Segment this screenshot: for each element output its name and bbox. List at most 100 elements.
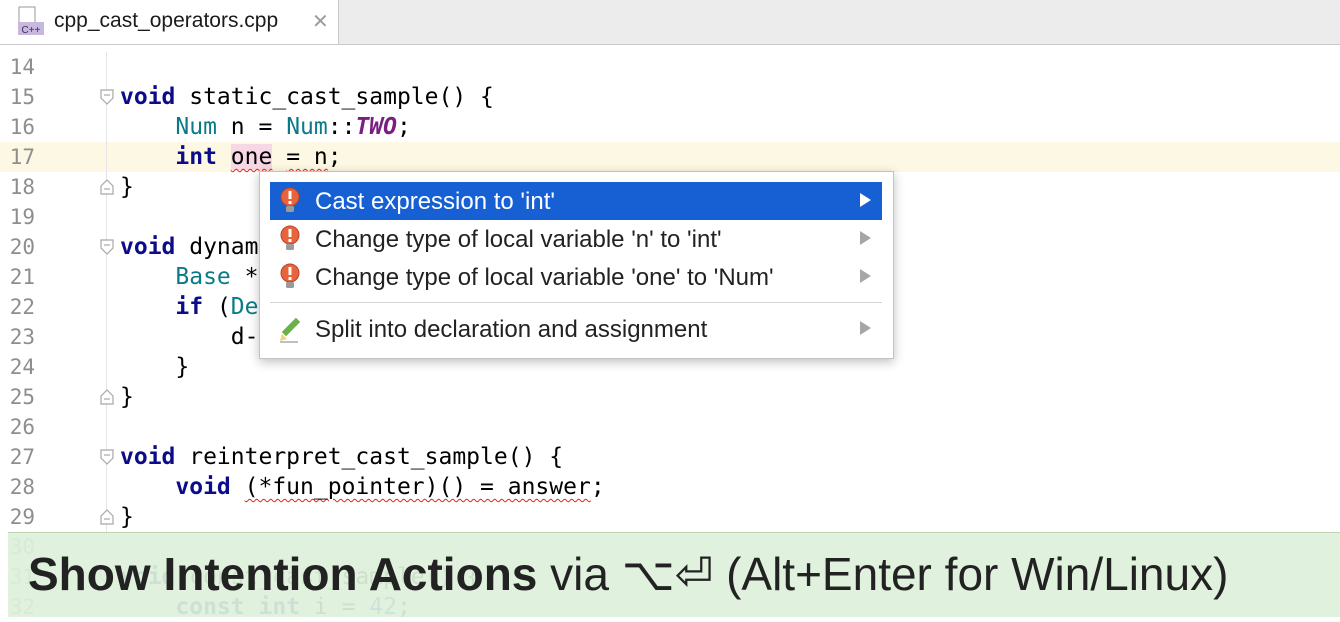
- cpp-file-icon-label: C++: [22, 25, 41, 36]
- code-token: ;: [327, 144, 342, 170]
- fold-start-icon[interactable]: [100, 449, 114, 465]
- code-line[interactable]: 28 void (*fun_pointer)() = answer;: [0, 472, 1340, 502]
- code-token: if: [175, 294, 204, 320]
- code-text: }: [120, 382, 134, 412]
- tab-cpp-cast-operators[interactable]: C++ cpp_cast_operators.cpp ✕: [0, 0, 339, 44]
- code-text: void dynam: [120, 232, 258, 262]
- code-text: }: [120, 352, 189, 382]
- code-token: }: [120, 354, 190, 380]
- submenu-arrow-icon[interactable]: [860, 269, 871, 283]
- code-text: void reinterpret_cast_sample() {: [120, 442, 563, 472]
- code-token: Num: [286, 114, 328, 140]
- fold-end-icon[interactable]: [100, 509, 114, 525]
- code-text: void (*fun_pointer)() = answer;: [120, 472, 605, 502]
- intention-actions-popup: Cast expression to 'int' Change type of l…: [259, 171, 894, 359]
- code-token: TWO: [355, 114, 397, 140]
- code-token: *: [230, 264, 259, 290]
- code-line[interactable]: 26: [0, 412, 1340, 442]
- code-line[interactable]: 15 void static_cast_sample() {: [0, 82, 1340, 112]
- code-text: Num n = Num::TWO;: [120, 112, 411, 142]
- code-token: d-: [120, 324, 259, 350]
- line-number: 27: [9, 445, 35, 469]
- intention-item-label: Change type of local variable 'one' to '…: [315, 264, 774, 291]
- intention-item-label: Cast expression to 'int': [315, 188, 555, 215]
- code-token: ::: [327, 114, 356, 140]
- close-icon[interactable]: ✕: [312, 9, 329, 34]
- code-token: (: [203, 294, 231, 320]
- code-token: n =: [216, 114, 287, 140]
- intention-item[interactable]: Change type of local variable 'one' to '…: [270, 258, 882, 296]
- bulb-error-icon: [280, 263, 300, 288]
- intention-item[interactable]: Split into declaration and assignment: [270, 310, 882, 348]
- line-number: 19: [9, 205, 35, 229]
- code-token: dynam: [175, 234, 259, 260]
- code-token: void: [120, 234, 176, 260]
- code-token: int: [175, 144, 217, 170]
- tip-banner: Show Intention Actions via ⌥⏎ (Alt+Enter…: [8, 532, 1340, 617]
- code-token: Num: [175, 114, 217, 140]
- code-text: if (De: [120, 292, 259, 322]
- code-text: void static_cast_sample() {: [120, 82, 494, 112]
- line-number: 25: [9, 385, 35, 409]
- code-line[interactable]: 14: [0, 52, 1340, 82]
- code-line[interactable]: 25}: [0, 382, 1340, 412]
- code-token: (*fun_pointer)() = answer: [244, 474, 591, 500]
- pencil-icon: [280, 317, 301, 343]
- code-text: }: [120, 172, 134, 202]
- code-line[interactable]: 27 void reinterpret_cast_sample() {: [0, 442, 1340, 472]
- cpp-file-icon: C++: [18, 6, 44, 36]
- code-text: Base *: [120, 262, 258, 292]
- code-token: }: [120, 384, 134, 410]
- code-token: De: [230, 294, 259, 320]
- line-number: 26: [9, 415, 35, 439]
- code-text: }: [120, 502, 134, 532]
- tip-banner-text: Show Intention Actions via ⌥⏎ (Alt+Enter…: [28, 547, 1228, 601]
- code-token: void: [120, 444, 176, 470]
- code-text: int one = n;: [120, 142, 342, 172]
- line-number: 29: [9, 505, 35, 529]
- code-line[interactable]: 17 int one = n;: [0, 142, 1340, 172]
- line-number: 14: [9, 55, 35, 79]
- intention-item[interactable]: Change type of local variable 'n' to 'in…: [270, 220, 882, 258]
- bulb-error-icon: [280, 187, 300, 212]
- intention-item-label: Split into declaration and assignment: [315, 316, 708, 343]
- line-number: 16: [9, 115, 35, 139]
- bulb-error-icon: [280, 225, 300, 250]
- code-line[interactable]: 16 Num n = Num::TWO;: [0, 112, 1340, 142]
- menu-separator: [270, 302, 882, 303]
- line-number: 18: [9, 175, 35, 199]
- code-token: void: [175, 474, 231, 500]
- code-token: one: [230, 144, 273, 170]
- code-text: d-: [120, 322, 259, 352]
- submenu-arrow-icon[interactable]: [860, 193, 871, 207]
- code-token: static_cast_sample() {: [175, 84, 494, 110]
- code-token: ;: [590, 474, 605, 500]
- editor-tab-bar: C++ cpp_cast_operators.cpp ✕: [0, 0, 1340, 45]
- line-number: 28: [9, 475, 35, 499]
- code-token: }: [120, 504, 134, 530]
- line-number: 22: [9, 295, 35, 319]
- fold-start-icon[interactable]: [100, 89, 114, 105]
- tip-banner-title: Show Intention Actions: [28, 548, 538, 600]
- code-token: ;: [396, 114, 411, 140]
- line-number: 24: [9, 355, 35, 379]
- fold-end-icon[interactable]: [100, 389, 114, 405]
- line-number: 15: [9, 85, 35, 109]
- intention-item[interactable]: Cast expression to 'int': [270, 182, 882, 220]
- fold-start-icon[interactable]: [100, 239, 114, 255]
- code-token: = n: [286, 144, 328, 170]
- submenu-arrow-icon[interactable]: [860, 231, 871, 245]
- submenu-arrow-icon[interactable]: [860, 321, 871, 335]
- line-number: 23: [9, 325, 35, 349]
- fold-end-icon[interactable]: [100, 179, 114, 195]
- code-token: }: [120, 174, 134, 200]
- line-number: 21: [9, 265, 35, 289]
- code-line[interactable]: 29}: [0, 502, 1340, 532]
